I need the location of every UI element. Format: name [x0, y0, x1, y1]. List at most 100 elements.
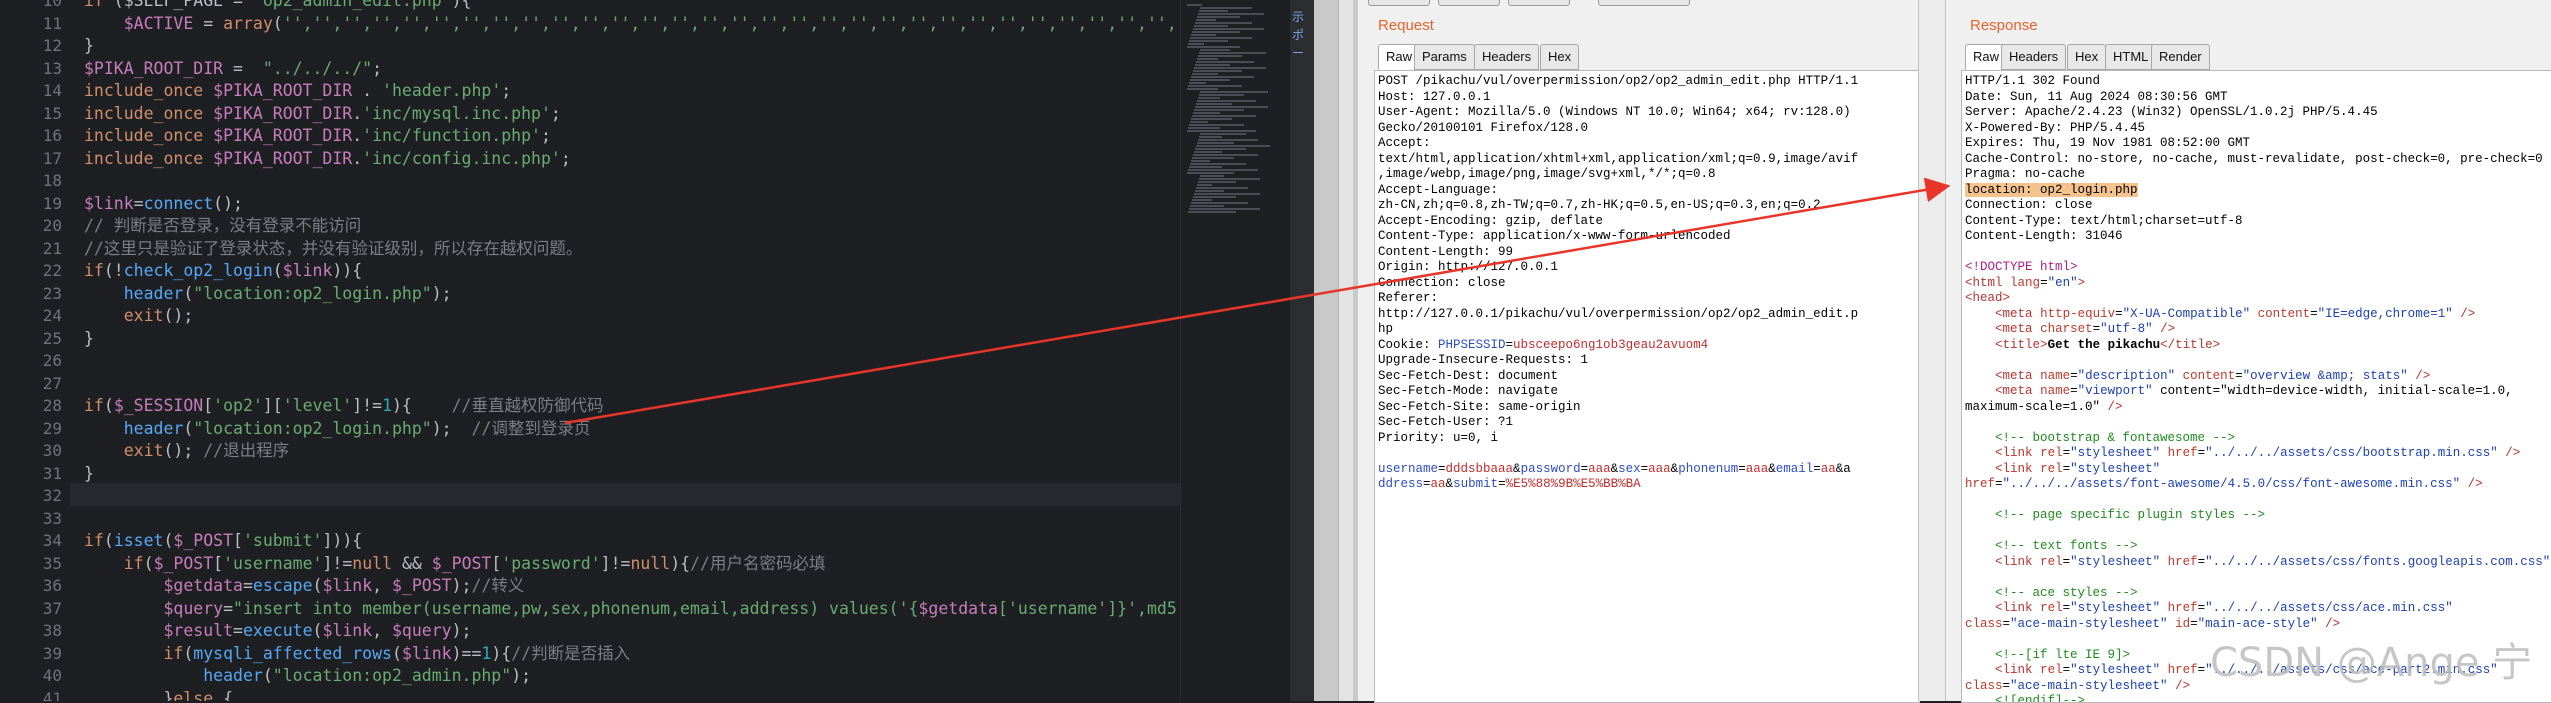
line-number: 13 [42, 58, 62, 78]
text-line: Content-Length: 31046 [1965, 229, 2123, 243]
minimap-line [1192, 157, 1234, 159]
text-line: Accept: [1378, 136, 1431, 150]
tab-hex[interactable]: Hex [2067, 44, 2107, 70]
minimap-line [1195, 148, 1246, 150]
minimap-line [1194, 151, 1222, 153]
text-line: X-Powered-By: PHP/5.4.45 [1965, 120, 2146, 135]
text-line: location: op2_login.php [1965, 182, 2138, 197]
line-number: 17 [42, 148, 62, 168]
line-number: 37 [42, 598, 62, 618]
line-number: 34 [42, 531, 62, 550]
line-number: 29 [42, 418, 62, 438]
text-line: http://127.0.0.1/pikachu/vul/overpermiss… [1378, 306, 1859, 321]
toolbar-button[interactable] [1508, 0, 1570, 6]
minimap-line [1199, 10, 1228, 12]
request-title: Request [1378, 17, 1434, 34]
tab-hex[interactable]: Hex [1540, 44, 1580, 70]
response-text-area[interactable]: HTTP/1.1 302 Found Date: Sun, 11 Aug 2024… [1961, 70, 2551, 703]
minimap-line [1192, 199, 1212, 201]
minimap-line [1194, 25, 1228, 27]
tab-params[interactable]: Params [1414, 44, 1475, 70]
minimap[interactable] [1180, 0, 1291, 701]
minimap-line [1198, 55, 1242, 57]
minimap-line [1187, 4, 1202, 6]
minimap-line [1194, 193, 1260, 195]
minimap-line [1199, 52, 1266, 54]
minimap-line [1193, 112, 1220, 114]
code-line: include_once $PIKA_ROOT_DIR.'inc/config.… [84, 148, 571, 168]
code-line: $query="insert into member(username,pw,s… [163, 598, 1180, 618]
text-line: Connection: close [1965, 198, 2093, 212]
line-number: 14 [42, 81, 62, 100]
text-line: Host: 127.0.0.1 [1378, 89, 1491, 104]
text-line: Sec-Fetch-Dest: document [1378, 368, 1559, 383]
minimap-line [1195, 106, 1268, 108]
toolbar-button[interactable] [1368, 0, 1430, 6]
minimap-line [1200, 175, 1224, 177]
code-line: include_once $PIKA_ROOT_DIR . 'header.ph… [84, 81, 512, 100]
minimap-line [1188, 127, 1220, 129]
text-line: href="../../../assets/font-awesome/4.5.0… [1965, 477, 2483, 491]
code-line: } [84, 463, 94, 483]
text-line: HTTP/1.1 302 Found [1965, 74, 2101, 88]
response-title: Response [1970, 17, 2038, 34]
line-number: 24 [42, 306, 62, 325]
minimap-line [1189, 166, 1222, 168]
text-line: Referer: [1378, 291, 1439, 305]
minimap-line [1197, 100, 1256, 102]
line-number: 27 [42, 373, 62, 393]
pane-divider[interactable] [1314, 0, 1358, 701]
tab-headers[interactable]: Headers [2001, 44, 2067, 70]
code-editor[interactable]: 10 11 12 13 14 15 16 17 18 19 20 21 22 23 24 25 26 27 28 29… [0, 0, 1180, 701]
minimap-line [1192, 73, 1218, 75]
text-line: Origin: http://127.0.0.1 [1378, 260, 1559, 274]
minimap-line [1188, 85, 1242, 87]
code-line: $ACTIVE = array('','','','','','','','',… [123, 13, 1180, 33]
request-text-area[interactable]: POST /pikachu/vul/overpermission/op2/op2… [1374, 70, 1920, 703]
tab-render[interactable]: Render [2151, 44, 2210, 70]
text-line: <title>Get the pikachu</title> [1995, 337, 2221, 352]
request-response-divider[interactable] [1918, 0, 1946, 701]
minimap-line [1191, 34, 1216, 36]
text-line: Sec-Fetch-Mode: navigate [1378, 384, 1559, 398]
divider-handle[interactable] [1338, 0, 1353, 701]
line-number: 32 [42, 486, 62, 505]
code-line: //这里只是验证了登录状态，并没有验证级别，所以存在越权问题。 [84, 238, 583, 258]
text-line: ddress=aa&submit=%E5%88%9B%E5%BB%BA [1378, 477, 1641, 491]
text-line: Content-Length: 99 [1378, 244, 1514, 259]
line-number: 26 [42, 351, 62, 370]
csdn-watermark: CSDN @Ange 宁 [2210, 640, 2533, 686]
minimap-line [1190, 121, 1208, 123]
text-line: Date: Sun, 11 Aug 2024 08:30:56 GMT [1965, 89, 2228, 104]
toolbar-button[interactable] [1438, 0, 1500, 6]
minimap-line [1195, 22, 1252, 24]
minimap-line [1199, 136, 1222, 138]
line-number: 25 [42, 328, 62, 348]
text-line: Priority: u=0, i [1378, 430, 1499, 445]
toolbar-button[interactable] [1598, 0, 1690, 6]
minimap-line [1198, 13, 1264, 15]
text-line: <link rel="stylesheet" href="../../../as… [1995, 601, 2453, 615]
text-line: zh-CN,zh;q=0.8,zh-TW;q=0.7,zh-HK;q=0.5,e… [1378, 198, 1821, 212]
tab-headers[interactable]: Headers [1474, 44, 1540, 70]
line-number: 40 [42, 666, 62, 685]
minimap-line [1191, 160, 1210, 162]
code-line: if(!check_op2_login($link)){ [84, 261, 363, 280]
text-line: <!-- text fonts --> [1965, 539, 2138, 553]
minimap-line [1199, 94, 1244, 96]
minimap-line [1198, 97, 1220, 99]
text-line: POST /pikachu/vul/overpermission/op2/op2… [1378, 74, 1859, 88]
line-number: 19 [42, 193, 62, 213]
minimap-line [1188, 169, 1258, 171]
line-number: 21 [42, 238, 62, 258]
text-line: <meta charset="utf-8" /> [1995, 322, 2176, 336]
code-line: $PIKA_ROOT_DIR = "../../../"; [84, 58, 383, 78]
text-line: Cookie: PHPSESSID=ubsceepo6ng1ob3geau2av… [1378, 337, 1709, 352]
text-line: <!-- ace styles --> [1965, 585, 2138, 600]
line-number: 20 [42, 216, 62, 235]
tab-html[interactable]: HTML [2105, 44, 2157, 70]
text-line: User-Agent: Mozilla/5.0 (Windows NT 10.0… [1378, 105, 1851, 119]
code-line: include_once $PIKA_ROOT_DIR.'inc/mysql.i… [84, 103, 561, 123]
code-area[interactable]: if ($SELF_PAGE = 'op2_admin_edit.php'){ … [84, 0, 1180, 701]
burp-message-viewer: Request Raw Params Headers Hex POST /pikach… [1358, 0, 2551, 703]
